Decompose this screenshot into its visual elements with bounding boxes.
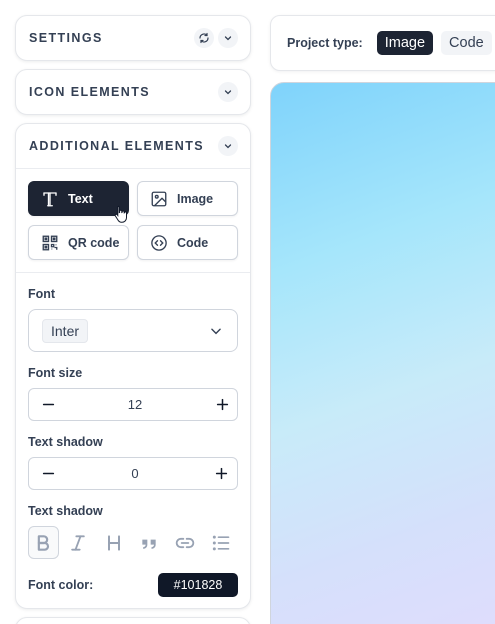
list-icon[interactable] <box>204 526 238 559</box>
plus-icon[interactable] <box>215 467 229 481</box>
project-type-image-tab[interactable]: Image <box>376 31 434 55</box>
text-format-label: Text shadow <box>28 504 103 518</box>
italic-icon[interactable] <box>61 526 95 559</box>
font-size-field: Font size 12 <box>16 366 250 421</box>
chevron-down-icon[interactable] <box>218 136 238 156</box>
settings-header[interactable]: SETTINGS <box>16 16 250 60</box>
chevron-down-icon[interactable] <box>218 28 238 48</box>
code-icon <box>151 234 167 251</box>
add-image-button[interactable]: Image <box>137 181 238 216</box>
quote-icon[interactable] <box>133 526 167 559</box>
font-select[interactable]: Inter <box>28 309 238 352</box>
text-icon <box>43 191 57 206</box>
refresh-icon[interactable] <box>194 28 214 48</box>
font-field: Font Inter <box>16 287 250 352</box>
text-shadow-value: 0 <box>131 466 139 481</box>
chevron-down-icon[interactable] <box>218 82 238 102</box>
icon-elements-title: ICON ELEMENTS <box>29 85 150 99</box>
link-icon[interactable] <box>168 526 202 559</box>
add-qr-code-button[interactable]: QR code <box>28 225 129 260</box>
next-panel <box>15 617 251 624</box>
font-value: Inter <box>42 318 89 343</box>
bold-icon[interactable] <box>28 526 59 559</box>
font-color-field: Font color: #101828 <box>16 573 250 597</box>
add-text-label: Text <box>68 191 93 206</box>
additional-elements-panel: ADDITIONAL ELEMENTS Text Image QR code C… <box>15 123 251 609</box>
add-code-label: Code <box>177 235 209 250</box>
minus-icon[interactable] <box>41 398 55 412</box>
project-type-bar: Project type: Image Code <box>270 15 495 71</box>
font-label: Font <box>28 287 56 301</box>
element-grid: Text Image QR code Code <box>16 169 250 272</box>
additional-elements-title: ADDITIONAL ELEMENTS <box>29 139 204 153</box>
text-format-field: Text shadow <box>16 504 250 559</box>
font-size-stepper[interactable]: 12 <box>28 388 238 421</box>
chevron-down-icon <box>211 328 221 334</box>
add-image-label: Image <box>177 191 214 206</box>
additional-elements-header[interactable]: ADDITIONAL ELEMENTS <box>16 124 250 168</box>
preview-canvas[interactable] <box>270 82 495 624</box>
font-color-label: Font color: <box>28 578 94 592</box>
font-size-value: 12 <box>127 397 143 412</box>
add-qr-code-label: QR code <box>68 235 120 250</box>
divider <box>16 272 250 273</box>
project-type-code-tab[interactable]: Code <box>441 31 492 55</box>
text-shadow-stepper[interactable]: 0 <box>28 457 238 490</box>
icon-elements-panel: ICON ELEMENTS <box>15 69 251 115</box>
heading-icon[interactable] <box>97 526 131 559</box>
font-size-label: Font size <box>28 366 83 380</box>
text-shadow-label: Text shadow <box>28 435 103 449</box>
add-code-button[interactable]: Code <box>137 225 238 260</box>
plus-icon[interactable] <box>215 398 229 412</box>
text-shadow-field: Text shadow 0 <box>16 435 250 490</box>
pointer-hand-icon <box>114 205 127 223</box>
font-color-swatch[interactable]: #101828 <box>158 573 238 597</box>
settings-panel: SETTINGS <box>15 15 251 61</box>
icon-elements-header[interactable]: ICON ELEMENTS <box>16 70 250 114</box>
minus-icon[interactable] <box>41 467 55 481</box>
image-icon <box>151 191 167 206</box>
project-type-label: Project type: <box>287 36 363 50</box>
text-format-toolbar <box>28 526 238 559</box>
settings-title: SETTINGS <box>29 31 103 45</box>
qr-code-icon <box>42 235 58 250</box>
